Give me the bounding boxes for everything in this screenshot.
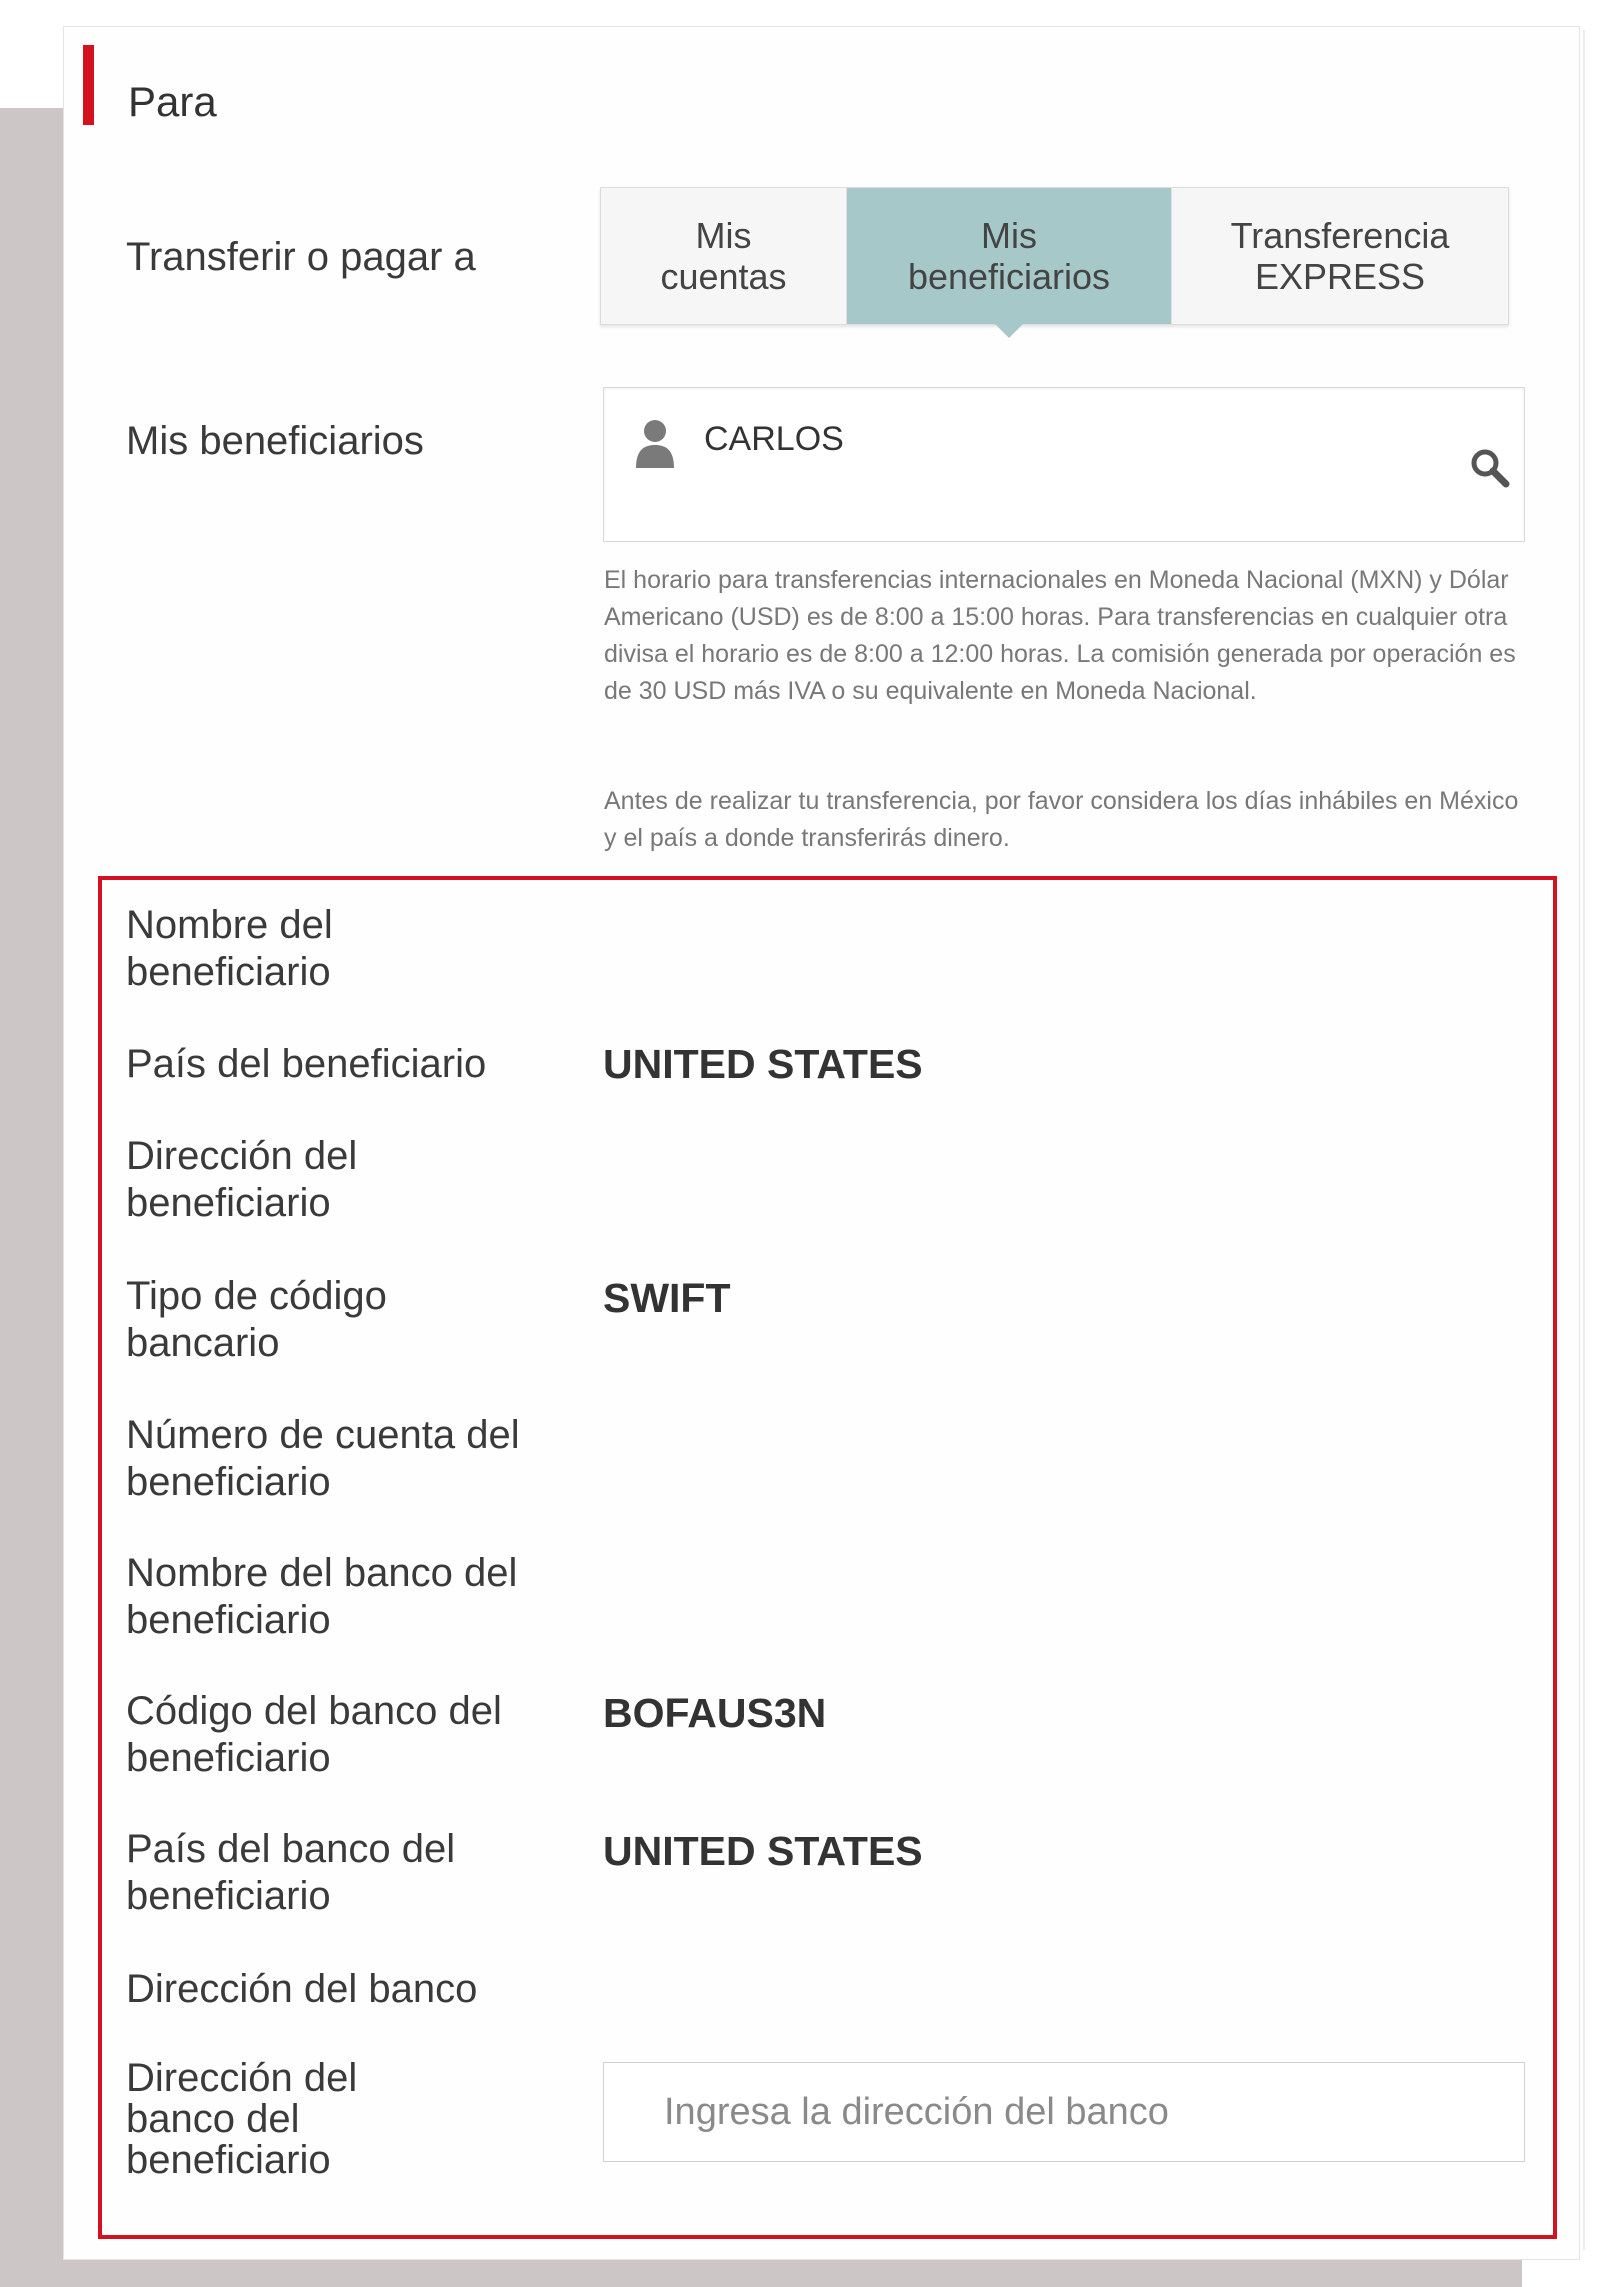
tab-transferencia-express-line1: Transferencia	[1230, 215, 1450, 256]
bank-address-label: Dirección del banco	[126, 1967, 478, 2011]
beneficiary-bank-address-label-line1: Dirección del	[126, 2056, 358, 2100]
beneficiary-account-label-line2: beneficiario	[126, 1460, 331, 1504]
beneficiary-bank-address-label: Dirección del banco del beneficiario	[126, 2058, 357, 2181]
tab-transferencia-express-line2: EXPRESS	[1254, 256, 1426, 297]
selected-beneficiary: CARLOS	[704, 420, 844, 458]
beneficiary-name-label-line1: Nombre del	[126, 903, 333, 947]
beneficiary-bank-country-label-line2: beneficiario	[126, 1874, 331, 1918]
beneficiaries-label: Mis beneficiarios	[126, 419, 424, 463]
section-accent-bar	[83, 45, 94, 125]
tab-transferencia-express[interactable]: Transferencia EXPRESS	[1171, 188, 1508, 324]
beneficiary-bank-name-label-line2: beneficiario	[126, 1598, 331, 1642]
beneficiary-bank-address-input[interactable]	[603, 2062, 1525, 2162]
bank-code-type-label: Tipo de código bancario	[126, 1273, 387, 1367]
beneficiary-bank-name-label-line1: Nombre del banco del	[126, 1551, 518, 1595]
beneficiary-bank-address-label-line3: beneficiario	[126, 2138, 331, 2182]
beneficiary-bank-country-label-line1: País del banco del	[126, 1827, 456, 1871]
tab-mis-cuentas-line1: Mis	[695, 215, 752, 256]
beneficiary-bank-name-label: Nombre del banco del beneficiario	[126, 1550, 517, 1644]
tab-mis-beneficiarios-line1: Mis	[981, 215, 1037, 256]
beneficiary-name-label-line2: beneficiario	[126, 950, 331, 994]
beneficiary-account-label: Número de cuenta del beneficiario	[126, 1412, 520, 1506]
beneficiary-bank-code-value: BOFAUS3N	[603, 1690, 827, 1736]
tab-mis-cuentas[interactable]: Mis cuentas	[601, 188, 847, 324]
transfer-type-label: Transferir o pagar a	[126, 235, 476, 279]
bank-code-type-value: SWIFT	[603, 1275, 731, 1321]
beneficiary-bank-code-label-line2: beneficiario	[126, 1736, 331, 1780]
beneficiary-bank-country-value: UNITED STATES	[603, 1828, 923, 1874]
beneficiary-address-label-line2: beneficiario	[126, 1181, 331, 1225]
beneficiary-address-label-line1: Dirección del	[126, 1134, 358, 1178]
beneficiary-country-label: País del beneficiario	[126, 1042, 487, 1086]
transfer-type-tabs: Mis cuentas Mis beneficiarios Transferen…	[600, 187, 1509, 338]
bank-code-type-label-line2: bancario	[126, 1321, 280, 1365]
schedule-info-text: El horario para transferencias internaci…	[604, 566, 1516, 705]
holidays-info-text: Antes de realizar tu transferencia, por …	[604, 787, 1519, 852]
beneficiary-address-label: Dirección del beneficiario	[126, 1133, 357, 1227]
beneficiary-bank-code-label-line1: Código del banco del	[126, 1689, 502, 1733]
bank-code-type-label-line1: Tipo de código	[126, 1274, 387, 1318]
beneficiary-bank-code-label: Código del banco del beneficiario	[126, 1688, 502, 1782]
search-icon[interactable]	[1468, 446, 1512, 490]
tab-mis-beneficiarios-line2: beneficiarios	[907, 256, 1111, 297]
tab-mis-beneficiarios[interactable]: Mis beneficiarios	[847, 188, 1171, 338]
tab-mis-cuentas-line2: cuentas	[660, 256, 787, 297]
beneficiary-bank-address-label-line2: banco del	[126, 2097, 300, 2141]
beneficiary-country-value: UNITED STATES	[603, 1041, 923, 1087]
beneficiary-account-label-line1: Número de cuenta del	[126, 1413, 520, 1457]
beneficiary-name-label: Nombre del beneficiario	[126, 902, 333, 996]
beneficiary-bank-country-label: País del banco del beneficiario	[126, 1826, 455, 1920]
right-divider	[1583, 30, 1585, 2250]
beneficiary-search-field[interactable]: CARLOS	[603, 387, 1525, 542]
section-title: Para	[128, 78, 217, 125]
person-icon	[636, 420, 674, 468]
